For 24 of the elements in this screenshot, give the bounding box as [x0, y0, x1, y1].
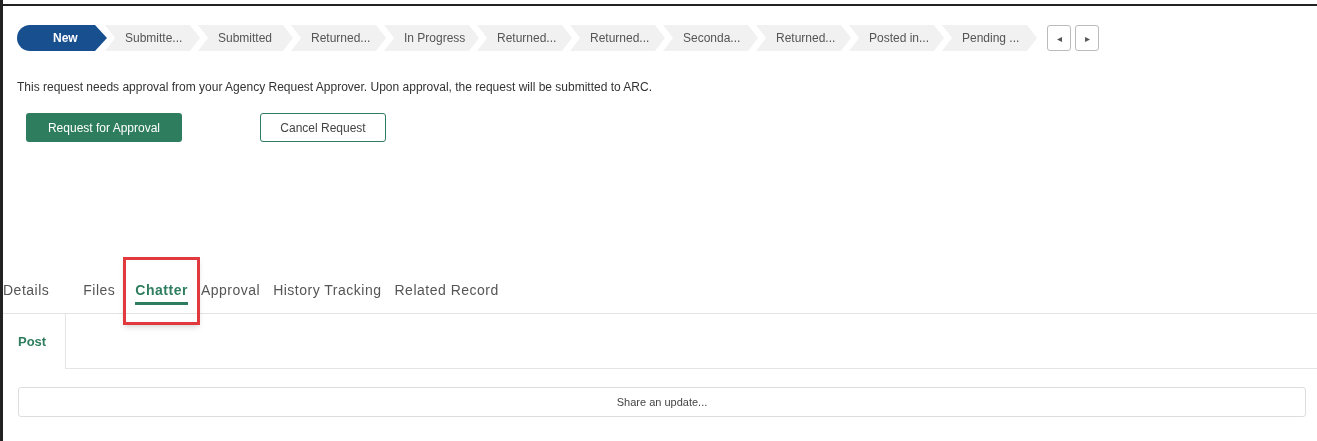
post-tab[interactable]: Post: [0, 314, 65, 369]
scroll-right-button[interactable]: ▸: [1075, 25, 1099, 51]
path-step[interactable]: Returned...: [291, 25, 386, 51]
path-step[interactable]: Pending ...: [942, 25, 1037, 51]
path-step[interactable]: Submitte...: [105, 25, 200, 51]
path-step[interactable]: Seconda...: [663, 25, 758, 51]
tab[interactable]: History Tracking: [273, 279, 382, 305]
scroll-left-button[interactable]: ◂: [1047, 25, 1071, 51]
tab[interactable]: Related Record: [394, 279, 499, 305]
cancel-request-button[interactable]: Cancel Request: [260, 113, 386, 142]
path-step[interactable]: Submitted: [198, 25, 293, 51]
path-step[interactable]: Returned...: [477, 25, 572, 51]
approval-message: This request needs approval from your Agency Request Approver. Upon approval, the request will be submitted to ARC.: [17, 79, 653, 96]
tab[interactable]: Chatter: [135, 279, 188, 305]
path-step[interactable]: New: [17, 25, 107, 51]
share-update-field[interactable]: Share an update...: [18, 387, 1306, 417]
path-step[interactable]: Returned...: [570, 25, 665, 51]
tab[interactable]: Approval: [200, 279, 261, 305]
path-step[interactable]: Returned...: [756, 25, 851, 51]
tab[interactable]: Details: [3, 279, 50, 305]
tab[interactable]: Files: [83, 279, 116, 305]
path-step[interactable]: Posted in...: [849, 25, 944, 51]
request-approval-button[interactable]: Request for Approval: [26, 113, 182, 142]
path-step[interactable]: In Progress: [384, 25, 479, 51]
